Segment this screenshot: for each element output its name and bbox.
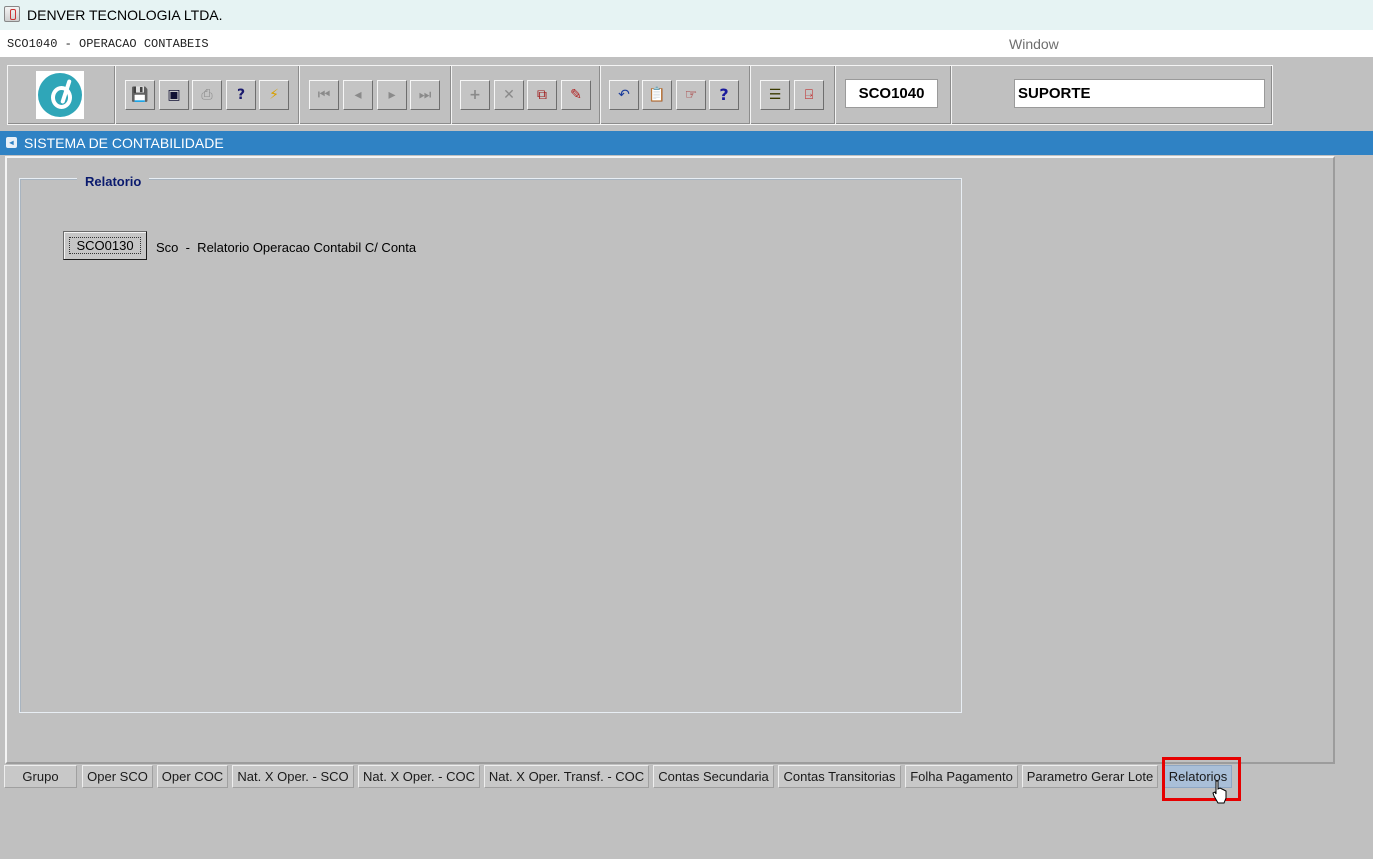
- save-icon: 💾: [131, 87, 149, 103]
- section-header: ◂ SISTEMA DE CONTABILIDADE: [0, 131, 1373, 155]
- last-record-button[interactable]: ⏭: [410, 80, 440, 110]
- toolbar-separator: [834, 66, 836, 124]
- menu-bar: SCO1040 - OPERACAO CONTABEIS Window: [0, 30, 1373, 57]
- toolbar-separator: [950, 66, 952, 124]
- duplicate-record-icon: ⧉: [537, 87, 547, 103]
- menu-icon: ☰: [768, 87, 782, 103]
- first-record-icon: ⏮: [317, 87, 331, 103]
- clipboard-button[interactable]: 📋: [642, 80, 672, 110]
- next-record-button[interactable]: ▸: [377, 80, 407, 110]
- tab-parametro-gerar-lote[interactable]: Parametro Gerar Lote: [1022, 765, 1158, 788]
- tab-label: Oper SCO: [87, 769, 148, 784]
- form-icon: ◂: [6, 137, 17, 148]
- tab-nat-oper-sco[interactable]: Nat. X Oper. - SCO: [232, 765, 354, 788]
- tab-oper-sco[interactable]: Oper SCO: [82, 765, 153, 788]
- list-values-button[interactable]: ☞: [676, 80, 706, 110]
- print-button[interactable]: ⎙: [192, 80, 222, 110]
- tab-nat-oper-transf-coc[interactable]: Nat. X Oper. Transf. - COC: [484, 765, 649, 788]
- highlight-box: [1162, 757, 1241, 801]
- menu-button[interactable]: ☰: [760, 80, 790, 110]
- toolbar-separator: [599, 66, 601, 124]
- delete-record-icon: ✕: [503, 87, 515, 103]
- toolbar: 💾 ▣ ⎙ ? ⚡ ⏮ ◂ ▸ ⏭ + ✕ ⧉ ✎ ↶ 📋 ☞ ? ☰ ⍈ SC…: [7, 65, 1273, 125]
- toolbar-separator: [114, 66, 116, 124]
- window-button[interactable]: ▣: [159, 80, 189, 110]
- focus-ring: [69, 237, 141, 254]
- tab-nat-oper-coc[interactable]: Nat. X Oper. - COC: [358, 765, 480, 788]
- report-sco0130-button[interactable]: SCO0130: [63, 231, 147, 260]
- window-menu[interactable]: Window: [1009, 36, 1059, 52]
- tab-label: Folha Pagamento: [910, 769, 1013, 784]
- report-description: Sco - Relatorio Operacao Contabil C/ Con…: [156, 240, 417, 255]
- window-title: DENVER TECNOLOGIA LTDA.: [27, 7, 223, 23]
- execute-query-button[interactable]: ⚡: [259, 80, 289, 110]
- edit-record-icon: ✎: [570, 87, 582, 103]
- tab-label: Oper COC: [161, 769, 224, 784]
- tab-label: Parametro Gerar Lote: [1026, 769, 1154, 784]
- clipboard-icon: 📋: [648, 87, 666, 103]
- toolbar-separator: [450, 66, 452, 124]
- tab-label: Contas Secundaria: [658, 769, 769, 784]
- tab-label: Contas Transitorias: [783, 769, 896, 784]
- tab-contas-transitorias[interactable]: Contas Transitorias: [778, 765, 901, 788]
- print-icon: ⎙: [201, 87, 213, 103]
- tab-folha-pagamento[interactable]: Folha Pagamento: [905, 765, 1018, 788]
- tab-label: Nat. X Oper. Transf. - COC: [488, 769, 645, 784]
- edit-record-button[interactable]: ✎: [561, 80, 591, 110]
- tab-grupo[interactable]: Grupo: [4, 765, 77, 788]
- exit-icon: ⍈: [804, 87, 814, 103]
- title-bar: DENVER TECNOLOGIA LTDA.: [0, 0, 1373, 30]
- exit-button[interactable]: ⍈: [794, 80, 824, 110]
- toolbar-separator: [749, 66, 751, 124]
- toolbar-separator: [298, 66, 300, 124]
- tab-oper-coc[interactable]: Oper COC: [157, 765, 228, 788]
- denver-logo: [36, 71, 84, 119]
- help-button[interactable]: ?: [709, 80, 739, 110]
- mouse-cursor-icon: [1212, 780, 1227, 804]
- execute-query-icon: ⚡: [269, 87, 279, 103]
- window-icon: ▣: [167, 87, 181, 103]
- delete-record-button[interactable]: ✕: [494, 80, 524, 110]
- list-values-icon: ☞: [684, 87, 698, 103]
- previous-record-button[interactable]: ◂: [343, 80, 373, 110]
- form-code-field: SCO1040: [845, 79, 938, 108]
- undo-button[interactable]: ↶: [609, 80, 639, 110]
- help-icon: ?: [719, 85, 729, 104]
- tab-label: Nat. X Oper. - SCO: [237, 769, 349, 784]
- tab-label: Nat. X Oper. - COC: [363, 769, 475, 784]
- section-title: SISTEMA DE CONTABILIDADE: [24, 135, 224, 151]
- tab-label: Grupo: [22, 769, 59, 784]
- groupbox-label: Relatorio: [77, 172, 150, 192]
- previous-record-icon: ◂: [354, 87, 362, 103]
- undo-icon: ↶: [618, 87, 630, 103]
- tab-contas-secundaria[interactable]: Contas Secundaria: [653, 765, 774, 788]
- form-title: SCO1040 - OPERACAO CONTABEIS: [7, 37, 209, 51]
- duplicate-record-button[interactable]: ⧉: [527, 80, 557, 110]
- last-record-icon: ⏭: [418, 87, 432, 103]
- query-help-button[interactable]: ?: [226, 80, 256, 110]
- next-record-icon: ▸: [388, 87, 396, 103]
- report-groupbox: [19, 178, 962, 713]
- user-field: SUPORTE: [1014, 79, 1265, 108]
- insert-record-button[interactable]: +: [460, 80, 490, 110]
- insert-record-icon: +: [469, 87, 481, 103]
- java-cup-icon: [4, 6, 20, 22]
- save-button[interactable]: 💾: [125, 80, 155, 110]
- first-record-button[interactable]: ⏮: [309, 80, 339, 110]
- query-help-icon: ?: [236, 87, 246, 103]
